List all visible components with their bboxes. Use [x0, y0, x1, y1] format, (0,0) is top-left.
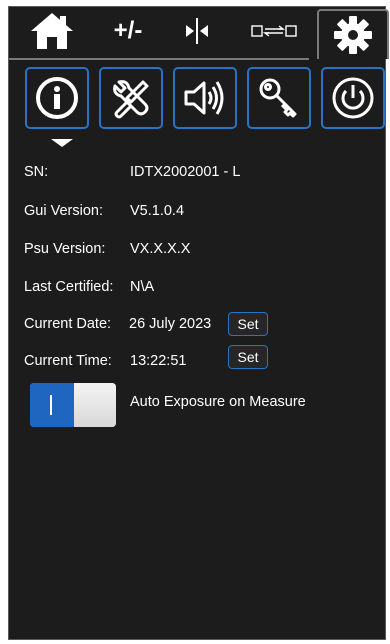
gui-version-label: Gui Version: — [24, 203, 103, 219]
tab-plus-minus-label: +/- — [113, 17, 143, 44]
settings-toolbar — [9, 63, 385, 133]
tab-bar: +/- — [9, 7, 389, 60]
power-button[interactable] — [321, 67, 385, 129]
power-icon — [332, 77, 374, 119]
set-date-button[interactable]: Set — [228, 312, 268, 336]
auto-exposure-toggle[interactable] — [30, 383, 116, 427]
tab-underline — [9, 58, 309, 60]
auto-exposure-label: Auto Exposure on Measure — [130, 394, 306, 410]
settings-panel: +/- SN: IDTX2002001 - L Gui Version: V5.… — [8, 6, 389, 640]
tools-icon — [113, 80, 149, 119]
sound-button[interactable] — [173, 67, 237, 129]
split-icon — [186, 18, 208, 44]
speaker-icon — [184, 81, 224, 115]
selected-tab-caret-icon — [51, 139, 73, 147]
current-time-label: Current Time: — [24, 353, 112, 369]
gear-icon — [334, 16, 372, 54]
psu-version-value: VX.X.X.X — [130, 241, 191, 257]
swap-icon — [251, 25, 297, 37]
tools-button[interactable] — [99, 67, 163, 129]
toggle-on-indicator-icon — [50, 395, 52, 415]
info-button[interactable] — [25, 67, 89, 129]
sn-value: IDTX2002001 - L — [130, 164, 241, 180]
tab-split[interactable] — [171, 9, 223, 53]
set-time-button[interactable]: Set — [228, 345, 268, 369]
current-date-value: 26 July 2023 — [129, 316, 212, 332]
gui-version-value: V5.1.0.4 — [130, 203, 185, 219]
key-button[interactable] — [247, 67, 311, 129]
toggle-on-segment — [30, 383, 74, 427]
tab-swap[interactable] — [231, 9, 317, 53]
tab-plus-minus[interactable]: +/- — [93, 9, 163, 53]
last-certified-value: N\A — [130, 279, 155, 295]
tab-home[interactable] — [23, 9, 81, 53]
psu-version-label: Psu Version: — [24, 241, 106, 257]
current-time-value: 13:22:51 — [130, 353, 187, 369]
home-icon — [31, 13, 73, 49]
toggle-knob[interactable] — [74, 383, 116, 427]
tab-settings[interactable] — [317, 9, 389, 59]
last-certified-label: Last Certified: — [24, 279, 114, 295]
current-date-label: Current Date: — [24, 316, 112, 332]
info-icon — [36, 77, 78, 119]
sn-label: SN: — [24, 164, 49, 180]
key-icon — [259, 78, 297, 118]
